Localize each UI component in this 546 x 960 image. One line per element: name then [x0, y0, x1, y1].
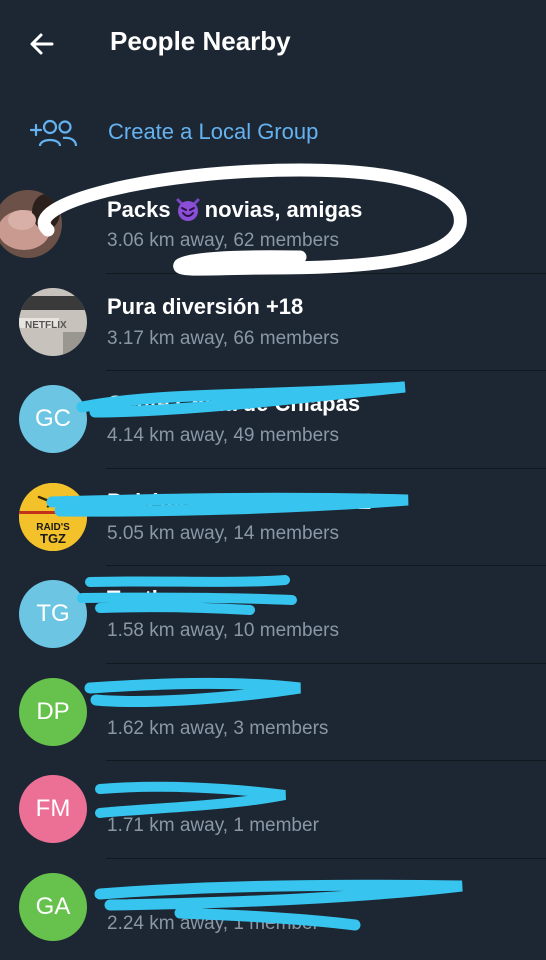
group-avatar: GC — [19, 385, 87, 453]
group-avatar: NETFLIX — [19, 287, 87, 356]
add-group-icon — [30, 119, 78, 147]
group-row[interactable]: NETFLIX Pura diversión +18 3.17 km away,… — [0, 274, 546, 371]
group-distance-members: 5.05 km away, 14 members — [107, 522, 339, 544]
avatar-initials: GA — [35, 892, 71, 920]
group-avatar: DP — [19, 677, 87, 746]
avatar-initials: GC — [35, 405, 71, 432]
smiling-devil-emoji — [176, 198, 200, 221]
group-avatar: TG — [19, 580, 87, 648]
header: People Nearby — [0, 0, 546, 88]
group-distance-members: 3.06 km away, 62 members — [107, 230, 339, 251]
page-title: People Nearby — [110, 26, 291, 56]
avatar-initials: DP — [36, 697, 70, 725]
group-row[interactable]: RAID'S TGZ Pokémon GO RAIDS TGZ 5.05 km … — [0, 469, 546, 566]
create-local-group-label: Create a Local Group — [108, 119, 319, 144]
group-row[interactable]: TG Tuxtla 1.58 km away, 10 members — [0, 566, 546, 664]
group-row[interactable]: Packs novias, amigas 3.06 km away, 62 me… — [0, 176, 546, 274]
group-row[interactable]: GC Gente Chida de Chiapas 4.14 km away, … — [0, 371, 546, 469]
nearby-groups-list: Packs novias, amigas 3.06 km away, 62 me… — [0, 176, 546, 956]
avatar-initials: TG — [36, 600, 70, 627]
avatar-initials: FM — [35, 795, 71, 822]
group-distance-members: 1.71 km away, 1 member — [107, 815, 319, 836]
svg-text:NETFLIX: NETFLIX — [25, 320, 67, 331]
group-distance-members: 4.14 km away, 49 members — [107, 425, 339, 446]
avatar-text-line2: TGZ — [40, 531, 66, 546]
group-avatar — [0, 190, 62, 258]
group-distance-members: 1.58 km away, 10 members — [107, 620, 339, 641]
group-name: Packs novias, amigas — [107, 197, 363, 222]
group-row[interactable]: DP 1.62 km away, 3 members — [0, 664, 546, 761]
group-name: Tuxtla — [107, 586, 171, 611]
group-distance-members: 3.17 km away, 66 members — [107, 327, 339, 349]
arrow-left-icon[interactable] — [26, 28, 58, 60]
group-name: Gente Chida de Chiapas — [107, 391, 361, 416]
group-row[interactable]: GA 2.24 km away, 1 member — [0, 859, 546, 957]
create-local-group-button[interactable]: Create a Local Group — [0, 100, 546, 164]
group-row[interactable]: FM 1.71 km away, 1 member — [0, 761, 546, 859]
group-avatar: RAID'S TGZ — [19, 482, 87, 551]
group-avatar: FM — [19, 775, 87, 843]
group-distance-members: 1.62 km away, 3 members — [107, 717, 329, 739]
group-name: Pura diversión +18 — [107, 293, 304, 319]
group-distance-members: 2.24 km away, 1 member — [107, 912, 319, 934]
people-nearby-screen: People Nearby Create a Local Group Packs — [0, 0, 546, 960]
group-avatar: GA — [19, 872, 87, 941]
group-name: Pokémon GO RAIDS TGZ — [107, 488, 372, 514]
